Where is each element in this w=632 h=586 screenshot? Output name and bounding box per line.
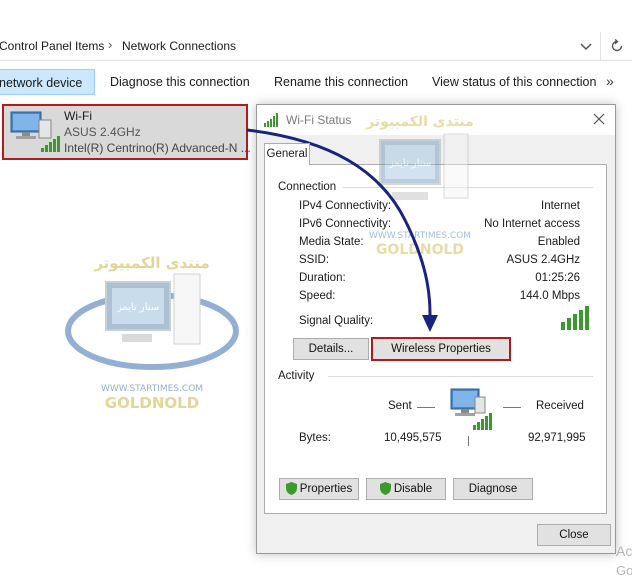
toolbar-item-label: Rename this connection xyxy=(274,75,409,89)
adapter-ssid: ASUS 2.4GHz xyxy=(64,125,141,139)
faded-text-2: Go xyxy=(616,563,632,578)
speed-value: 144.0 Mbps xyxy=(519,290,580,302)
disable-button[interactable]: Disable xyxy=(366,478,446,500)
forum-watermark-logo: منتدى الكمبيوتر ستار تايمز WWW.STARTIMES… xyxy=(65,254,239,412)
properties-button[interactable]: Properties xyxy=(279,478,359,500)
adapter-name: Wi-Fi xyxy=(64,109,92,123)
close-icon[interactable] xyxy=(591,111,607,127)
address-divider xyxy=(600,32,601,60)
shield-icon xyxy=(379,482,391,496)
duration-value: 01:25:26 xyxy=(535,272,580,284)
diagnose-connection-button[interactable]: Diagnose this connection xyxy=(110,69,250,95)
network-adapter-icon xyxy=(10,111,60,152)
diagnose-button[interactable]: Diagnose xyxy=(453,478,533,500)
received-line xyxy=(503,407,521,408)
bytes-received-value: 92,971,995 xyxy=(528,432,586,444)
speed-label: Speed: xyxy=(299,290,336,302)
watermark-arabic-screen: ستار تايمز xyxy=(116,302,159,313)
network-activity-icon xyxy=(450,388,492,430)
ipv4-label: IPv4 Connectivity: xyxy=(299,200,392,212)
view-status-button[interactable]: View status of this connection xyxy=(432,69,596,95)
faded-text-1: Ac xyxy=(616,543,632,559)
disable-network-device-button[interactable]: network device xyxy=(0,69,95,95)
shield-icon xyxy=(285,482,297,496)
dialog-title: Wi-Fi Status xyxy=(286,113,352,127)
rename-connection-button[interactable]: Rename this connection xyxy=(274,69,408,95)
toolbar-overflow-button[interactable]: » xyxy=(606,73,614,89)
details-button[interactable]: Details... xyxy=(293,338,369,360)
wireless-properties-button[interactable]: Wireless Properties xyxy=(371,337,511,361)
command-toolbar: network device Diagnose this connection … xyxy=(0,64,632,100)
chevron-down-icon[interactable] xyxy=(578,38,594,54)
toolbar-item-label: View status of this connection xyxy=(432,75,597,89)
watermark-arabic-title: منتدى الكمبيوتر xyxy=(93,254,209,272)
watermark-site: WWW.STARTIMES.COM xyxy=(101,384,203,394)
bytes-sent-value: 10,495,575 xyxy=(384,432,442,444)
address-bar: Control Panel Items › Network Connection… xyxy=(0,32,632,61)
activity-divider xyxy=(468,436,469,446)
toolbar-item-label: network device xyxy=(0,76,83,90)
signal-strength-icon xyxy=(264,113,278,127)
received-label: Received xyxy=(536,400,584,412)
media-state-value: Enabled xyxy=(537,236,580,248)
general-tab-panel: Connection IPv4 Connectivity: Internet I… xyxy=(264,164,607,514)
signal-quality-icon xyxy=(561,306,589,330)
group-divider xyxy=(343,187,593,188)
adapter-device: Intel(R) Centrino(R) Advanced-N ... xyxy=(64,141,251,155)
signal-quality-label: Signal Quality: xyxy=(299,315,374,327)
duration-label: Duration: xyxy=(299,272,346,284)
disable-button-label: Disable xyxy=(393,483,433,495)
bytes-label: Bytes: xyxy=(299,432,331,444)
tab-general[interactable]: General xyxy=(264,143,310,165)
sent-label: Sent xyxy=(388,400,412,412)
ipv6-label: IPv6 Connectivity: xyxy=(299,218,392,230)
dialog-titlebar: Wi-Fi Status xyxy=(257,105,615,135)
ssid-label: SSID: xyxy=(299,254,330,266)
media-state-label: Media State: xyxy=(299,236,364,248)
wifi-status-dialog: Wi-Fi Status General Connection IPv4 Con… xyxy=(256,104,616,554)
refresh-icon[interactable] xyxy=(609,38,625,54)
close-button[interactable]: Close xyxy=(537,524,611,546)
toolbar-item-label: Diagnose this connection xyxy=(110,75,250,89)
ssid-value: ASUS 2.4GHz xyxy=(506,254,581,266)
wifi-adapter-item[interactable]: Wi-Fi ASUS 2.4GHz Intel(R) Centrino(R) A… xyxy=(2,104,251,160)
sent-line xyxy=(417,407,435,408)
breadcrumb-separator: › xyxy=(108,37,113,52)
activity-group-title: Activity xyxy=(278,370,319,382)
group-divider xyxy=(328,376,593,377)
ipv4-value: Internet xyxy=(541,200,580,212)
connection-group-title: Connection xyxy=(278,181,341,193)
breadcrumb-control-panel-items[interactable]: Control Panel Items xyxy=(0,39,104,53)
watermark-brand: GOLDNOLD xyxy=(105,394,199,412)
ipv6-value: No Internet access xyxy=(484,218,580,230)
properties-button-label: Properties xyxy=(299,483,353,495)
breadcrumb-network-connections[interactable]: Network Connections xyxy=(122,39,236,53)
